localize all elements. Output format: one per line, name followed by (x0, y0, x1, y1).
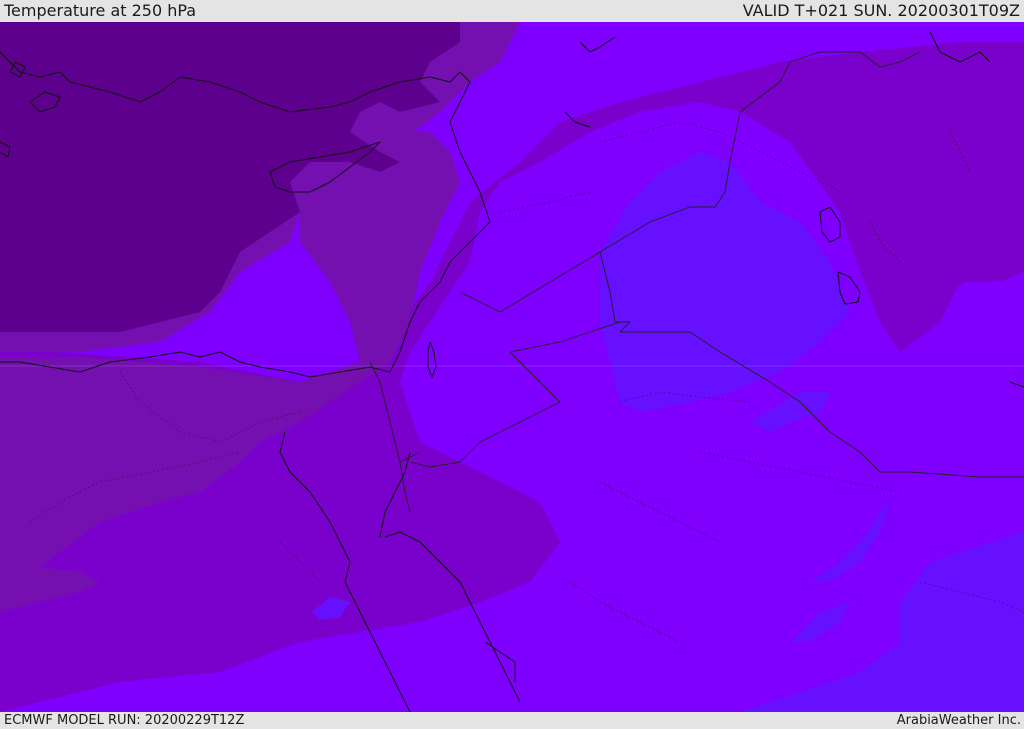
model-run: ECMWF MODEL RUN: 20200229T12Z (4, 713, 245, 728)
map-area (0, 22, 1024, 712)
credit-text: ArabiaWeather Inc. (896, 713, 1021, 728)
weather-map-frame: Temperature at 250 hPa VALID T+021 SUN. … (0, 0, 1024, 729)
valid-time: VALID T+021 SUN. 20200301T09Z (742, 1, 1020, 20)
temperature-map (0, 22, 1024, 712)
map-title: Temperature at 250 hPa (4, 1, 197, 20)
footer-bar: ECMWF MODEL RUN: 20200229T12Z ArabiaWeat… (0, 712, 1024, 729)
header-bar: Temperature at 250 hPa VALID T+021 SUN. … (0, 0, 1024, 22)
